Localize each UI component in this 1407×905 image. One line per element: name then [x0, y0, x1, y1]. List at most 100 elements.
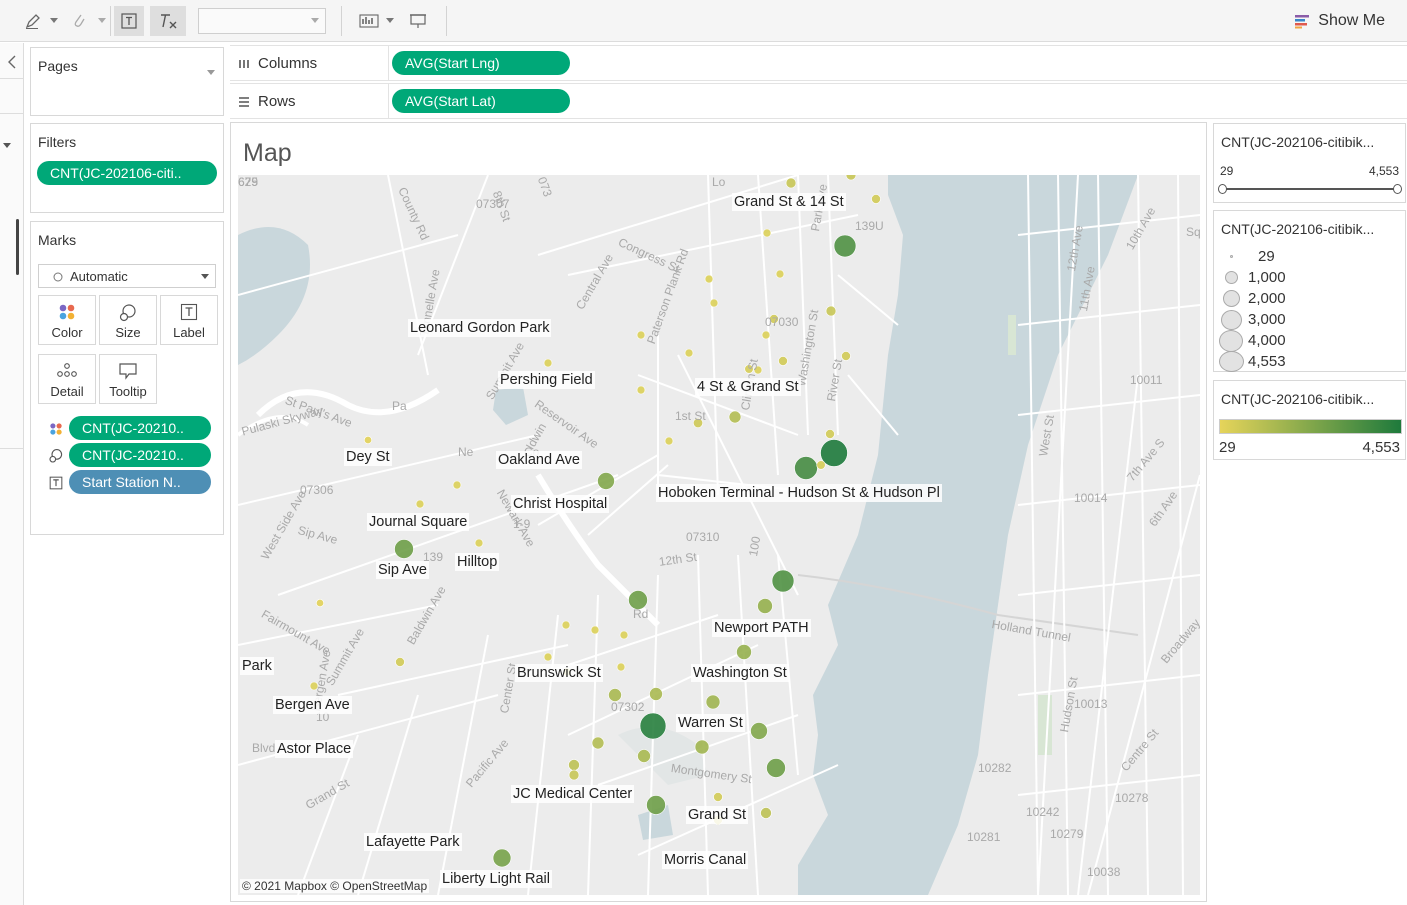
station-mark[interactable] [757, 598, 773, 614]
filters-title: Filters [38, 134, 77, 150]
station-mark[interactable] [736, 644, 752, 660]
chevron-down-icon[interactable] [3, 136, 11, 154]
station-mark[interactable] [415, 499, 425, 509]
range-slider-min-handle[interactable] [1218, 184, 1227, 194]
label-button[interactable]: Label [160, 295, 218, 345]
size-button[interactable]: Size [99, 295, 157, 345]
rows-pill[interactable]: AVG(Start Lat) [392, 89, 570, 113]
station-mark[interactable] [646, 795, 666, 815]
station-mark[interactable] [616, 662, 626, 672]
rows-shelf: Rows AVG(Start Lat) [230, 83, 1407, 119]
station-mark[interactable] [684, 348, 694, 358]
station-mark[interactable] [664, 436, 674, 446]
station-mark[interactable] [590, 625, 600, 635]
show-labels-icon[interactable] [356, 6, 382, 36]
size-pill[interactable]: CNT(JC-20210.. [69, 443, 211, 467]
color-button[interactable]: Color [38, 295, 96, 345]
station-mark[interactable] [597, 472, 615, 490]
station-mark[interactable] [775, 269, 785, 279]
station-mark[interactable] [705, 694, 721, 710]
color-pill[interactable]: CNT(JC-20210.. [69, 416, 211, 440]
chevron-down-icon[interactable] [207, 63, 215, 81]
collapse-left-icon[interactable] [7, 55, 17, 74]
label-icon [180, 303, 198, 321]
presentation-icon[interactable] [404, 6, 432, 36]
station-mark[interactable] [637, 749, 651, 763]
station-mark[interactable] [543, 358, 553, 368]
station-mark[interactable] [816, 460, 826, 470]
station-mark[interactable] [833, 234, 857, 258]
station-mark[interactable] [316, 598, 325, 607]
station-mark[interactable] [639, 712, 667, 740]
station-mark[interactable] [760, 807, 772, 819]
station-mark[interactable] [636, 330, 646, 340]
range-slider-max-handle[interactable] [1393, 184, 1402, 194]
station-mark[interactable] [395, 657, 405, 667]
range-slider-track[interactable] [1222, 188, 1398, 190]
station-label: Leonard Gordon Park [408, 319, 552, 337]
station-mark[interactable] [750, 722, 768, 740]
station-mark[interactable] [561, 620, 571, 630]
size-swatch [1219, 330, 1243, 352]
pen-icon[interactable] [18, 6, 48, 36]
text-icon[interactable] [114, 6, 144, 36]
chevron-down-icon [311, 18, 319, 23]
station-mark[interactable] [394, 539, 414, 559]
tooltip-button[interactable]: Tooltip [99, 354, 157, 404]
size-swatch [1223, 290, 1240, 307]
size-icon [49, 449, 63, 463]
chevron-down-icon[interactable] [384, 6, 396, 36]
chevron-down-icon[interactable] [48, 6, 60, 36]
detail-button[interactable]: Detail [38, 354, 96, 404]
map[interactable]: 07307 07306 07310 07302 07030 10011 10014 10013… [238, 175, 1200, 895]
station-label: Grand St [686, 806, 749, 824]
station-mark[interactable] [452, 480, 462, 490]
station-mark[interactable] [761, 330, 771, 340]
map-place-name: 1-9 [513, 517, 531, 531]
station-mark[interactable] [649, 687, 663, 701]
chevron-down-icon[interactable] [96, 6, 108, 36]
size-entry-label: 4,553 [1248, 353, 1286, 370]
station-mark[interactable] [568, 759, 580, 771]
station-mark[interactable] [591, 736, 605, 750]
station-mark[interactable] [704, 274, 714, 284]
station-label: Grand St & 14 St [732, 193, 846, 211]
station-mark[interactable] [825, 305, 837, 317]
scrollbar-handle[interactable] [16, 219, 19, 275]
station-mark[interactable] [845, 175, 857, 181]
paperclip-icon[interactable] [66, 6, 92, 36]
clear-format-icon[interactable] [150, 6, 186, 36]
color-label: Color [51, 325, 83, 340]
show-me-button[interactable]: Show Me [1294, 8, 1385, 34]
station-mark[interactable] [568, 769, 580, 781]
station-mark[interactable] [709, 298, 719, 308]
station-mark[interactable] [871, 194, 881, 204]
station-mark[interactable] [771, 569, 795, 593]
map-place-name: Pa [392, 399, 407, 413]
toolbar: Show Me [0, 0, 1407, 42]
station-mark[interactable] [794, 456, 818, 480]
station-mark[interactable] [785, 177, 797, 189]
pages-title: Pages [38, 58, 78, 74]
fit-dropdown[interactable] [198, 8, 326, 34]
station-label: Park [240, 657, 274, 675]
station-mark[interactable] [694, 739, 710, 755]
label-pill[interactable]: Start Station N.. [69, 470, 211, 494]
station-mark[interactable] [778, 356, 788, 366]
pages-card: Pages [30, 47, 224, 116]
station-mark[interactable] [825, 429, 835, 439]
filter-pill[interactable]: CNT(JC-202106-citi.. [37, 161, 217, 185]
size-swatch [1225, 271, 1238, 284]
columns-pill[interactable]: AVG(Start Lng) [392, 51, 570, 75]
station-mark[interactable] [543, 652, 553, 662]
station-mark[interactable] [728, 410, 742, 424]
station-mark[interactable] [766, 758, 786, 778]
station-mark[interactable] [364, 435, 373, 444]
station-mark[interactable] [713, 792, 723, 802]
station-mark[interactable] [492, 848, 512, 868]
station-mark[interactable] [636, 385, 646, 395]
station-mark[interactable] [619, 630, 629, 640]
station-mark[interactable] [474, 538, 484, 548]
mark-type-dropdown[interactable]: Automatic [38, 264, 216, 288]
station-mark[interactable] [762, 228, 772, 238]
